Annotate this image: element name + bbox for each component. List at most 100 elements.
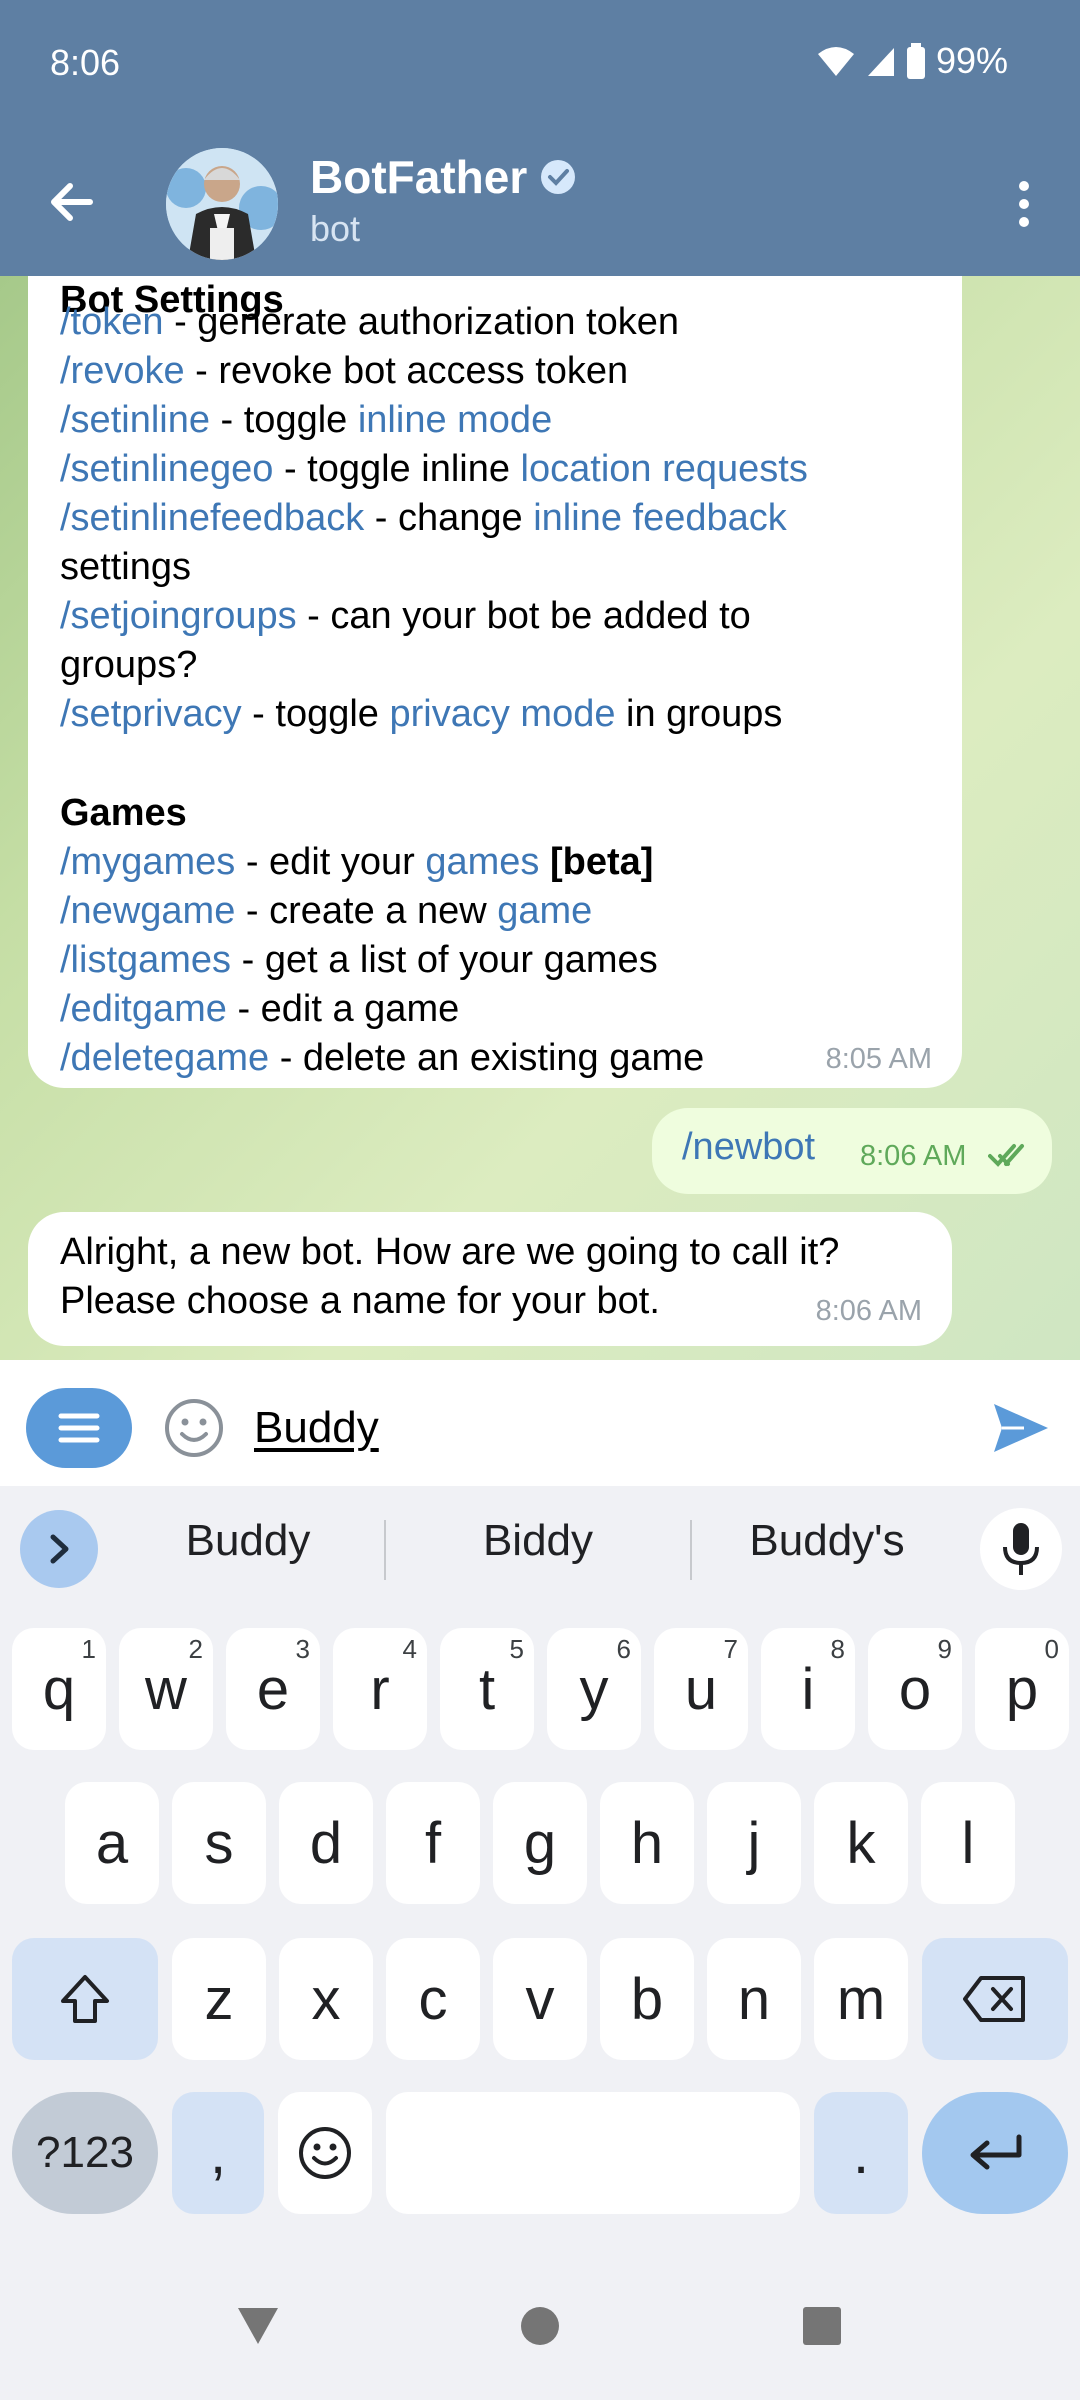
key-q[interactable]: q1 [12,1628,106,1750]
message-bubble-help[interactable]: Bot Settings /token - generate authoriza… [28,276,962,1088]
backspace-key[interactable] [922,1938,1068,2060]
suggestion-2[interactable]: Biddy [403,1516,673,1566]
keyboard: q1w2e3r4t5y6u7i8o9p0 asdfghjkl zxcvbnm ?… [0,1610,1080,2260]
nav-recents-icon[interactable] [802,2306,842,2346]
key-e[interactable]: e3 [226,1628,320,1750]
inline-link[interactable]: inline mode [358,399,552,441]
space-key[interactable] [386,2092,800,2214]
key-number-hint: 5 [509,1634,524,1664]
inline-link[interactable]: privacy mode [390,693,616,735]
message-time: 8:06 AM [815,1295,922,1327]
key-l[interactable]: l [921,1782,1015,1904]
key-f[interactable]: f [386,1782,480,1904]
command-line: /editgame - edit a game [60,985,940,1034]
key-letter: q [42,1656,76,1722]
key-g[interactable]: g [493,1782,587,1904]
key-z[interactable]: z [172,1938,266,2060]
key-n[interactable]: n [707,1938,801,2060]
emoji-key[interactable] [278,2092,372,2214]
mic-icon [1003,1523,1039,1575]
bot-command-link[interactable]: /deletegame [60,1037,269,1079]
bot-command-link[interactable]: /newgame [60,890,235,932]
status-bar: 8:06 99% [0,0,1080,130]
bot-command-link[interactable]: /mygames [60,841,235,883]
bot-command-link[interactable]: /token [60,301,164,343]
key-i[interactable]: i8 [761,1628,855,1750]
chat-title[interactable]: BotFather [310,150,577,204]
comma-key[interactable]: , [172,2092,264,2214]
bot-command-link[interactable]: /setjoingroups [60,595,297,637]
nav-home-icon[interactable] [520,2306,560,2346]
key-number-hint: 1 [81,1634,96,1664]
key-m[interactable]: m [814,1938,908,2060]
command-line: /deletegame - delete an existing game [60,1034,940,1083]
key-c[interactable]: c [386,1938,480,2060]
command-description: - toggle inline [273,448,521,490]
suggestion-1[interactable]: Buddy [113,1516,383,1566]
message-bubble-reply[interactable]: Alright, a new bot. How are we going to … [28,1212,952,1346]
voice-input-button[interactable] [980,1508,1062,1590]
key-y[interactable]: y6 [547,1628,641,1750]
key-s[interactable]: s [172,1782,266,1904]
message-bubble-outgoing[interactable]: /newbot 8:06 AM [652,1108,1052,1194]
outgoing-message-text[interactable]: /newbot [682,1126,815,1169]
bot-command-link[interactable]: /setinline [60,399,210,441]
key-t[interactable]: t5 [440,1628,534,1750]
bot-command-link[interactable]: /setprivacy [60,693,242,735]
inline-link[interactable]: location requests [521,448,808,490]
key-letter: r [370,1656,390,1722]
chat-title-text: BotFather [310,151,528,203]
games-command-list: /mygames - edit your games [beta]/newgam… [60,838,940,1083]
avatar[interactable] [166,148,278,260]
inline-link[interactable]: game [497,890,592,932]
key-j[interactable]: j [707,1782,801,1904]
back-arrow-icon[interactable] [40,170,104,234]
shift-key[interactable] [12,1938,158,2060]
command-description: - revoke bot access token [184,350,629,392]
key-b[interactable]: b [600,1938,694,2060]
key-v[interactable]: v [493,1938,587,2060]
send-icon[interactable] [988,1396,1052,1460]
bot-command-link[interactable]: /revoke [60,350,185,392]
bot-command-link[interactable]: /setinlinegeo [60,448,273,490]
key-w[interactable]: w2 [119,1628,213,1750]
bot-command-link[interactable]: /editgame [60,988,227,1030]
period-key[interactable]: . [814,2092,908,2214]
suggestion-3[interactable]: Buddy's [692,1516,962,1566]
signal-icon [867,48,894,76]
key-d[interactable]: d [279,1782,373,1904]
status-time: 8:06 [50,42,121,83]
key-x[interactable]: x [279,1938,373,2060]
key-r[interactable]: r4 [333,1628,427,1750]
bot-menu-button[interactable] [26,1388,132,1468]
expand-icon [50,1534,69,1564]
key-k[interactable]: k [814,1782,908,1904]
enter-key[interactable] [922,2092,1068,2214]
key-number-hint: 9 [937,1634,952,1664]
inline-link[interactable]: games [425,841,539,883]
key-p[interactable]: p0 [975,1628,1069,1750]
symbols-key[interactable]: ?123 [12,2092,158,2214]
command-line: /mygames - edit your games [beta] [60,838,940,887]
expand-toolbar-button[interactable] [20,1510,98,1588]
bot-command-link[interactable]: /setinlinefeedback [60,497,364,539]
read-checkmarks-icon [988,1144,1024,1167]
key-h[interactable]: h [600,1782,694,1904]
battery-icon [906,43,925,79]
command-line: /setinlinegeo - toggle inline location r… [60,445,940,494]
chat-area[interactable]: Bot Settings /token - generate authoriza… [0,276,1080,1360]
message-input[interactable] [254,1388,954,1468]
key-o[interactable]: o9 [868,1628,962,1750]
key-a[interactable]: a [65,1782,159,1904]
suggestion-divider [384,1520,386,1580]
command-line: /listgames - get a list of your games [60,936,940,985]
key-letter: p [1005,1656,1039,1722]
key-u[interactable]: u7 [654,1628,748,1750]
key-letter: o [898,1656,932,1722]
emoji-icon[interactable] [162,1396,226,1460]
nav-back-icon[interactable] [236,2306,280,2346]
more-vertical-icon[interactable] [1000,172,1048,236]
bot-command-link[interactable]: /listgames [60,939,231,981]
inline-link[interactable]: inline feedback [533,497,787,539]
command-line: /setjoingroups - can your bot be added t… [60,592,940,641]
